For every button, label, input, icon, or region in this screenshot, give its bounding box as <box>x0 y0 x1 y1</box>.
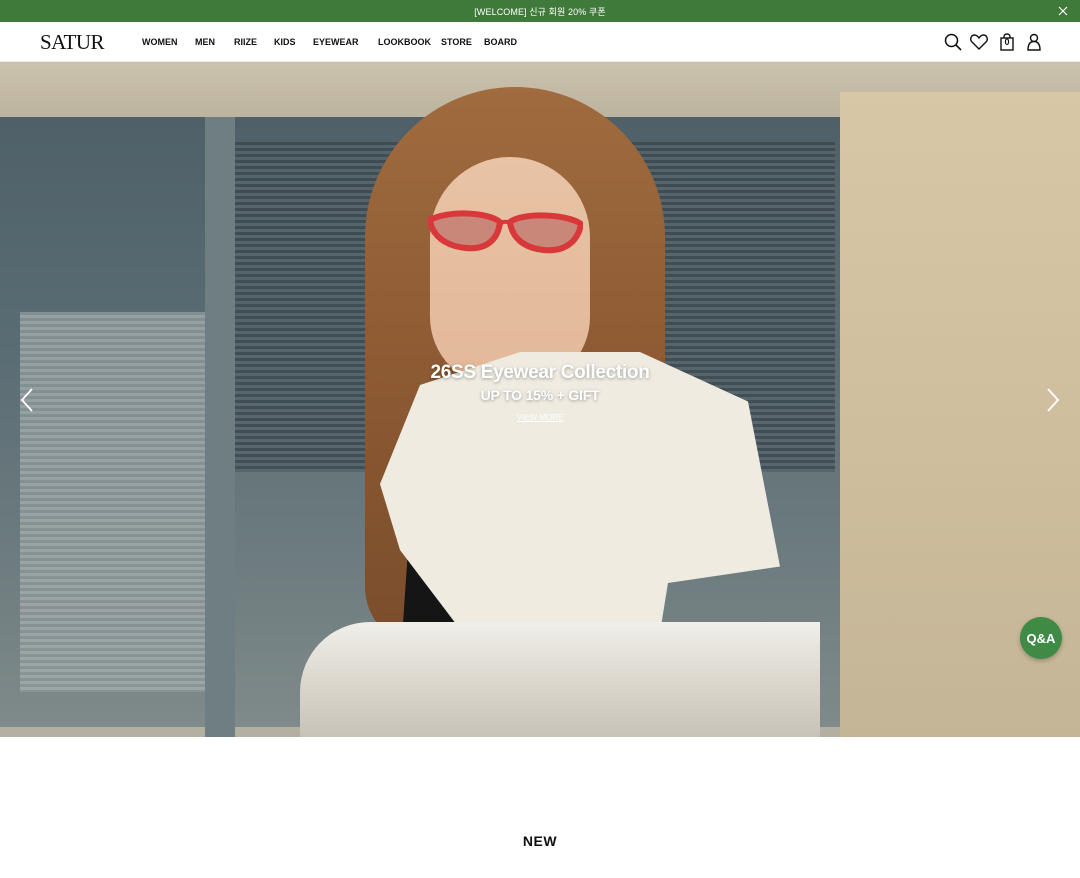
logo[interactable]: SATUR <box>40 31 105 53</box>
section-title-new: NEW <box>522 833 558 849</box>
announcement-text[interactable]: [WELCOME] 신규 회원 20% 쿠폰 <box>474 5 605 18</box>
heart-icon[interactable] <box>969 32 989 52</box>
chevron-right-icon[interactable] <box>1045 387 1061 413</box>
cart-count: 0 <box>1004 37 1010 47</box>
hero-car <box>300 622 820 737</box>
view-more-link[interactable]: VIEW MORE <box>0 413 1080 422</box>
chevron-left-icon[interactable] <box>19 387 35 413</box>
user-icon[interactable] <box>1024 32 1044 52</box>
site-header: SATUR WOMEN MEN RIIZE KIDS EYEWEAR LOOKB… <box>0 22 1080 62</box>
nav-item-men[interactable]: MEN <box>195 22 215 62</box>
nav-item-eyewear[interactable]: EYEWEAR <box>313 22 359 62</box>
qa-label: Q&A <box>1026 630 1056 646</box>
hero-banner[interactable]: 26SS Eyewear Collection UP TO 15% + GIFT… <box>0 62 1080 737</box>
close-icon[interactable] <box>1057 5 1069 17</box>
search-icon[interactable] <box>943 32 963 52</box>
nav-item-women[interactable]: WOMEN <box>142 22 178 62</box>
cart-icon[interactable]: 0 <box>997 32 1017 52</box>
nav-item-lookbook[interactable]: LOOKBOOK <box>378 22 431 62</box>
nav-item-board[interactable]: BOARD <box>484 22 517 62</box>
announcement-bar: [WELCOME] 신규 회원 20% 쿠폰 <box>0 0 1080 22</box>
nav-item-riize[interactable]: RIIZE <box>234 22 257 62</box>
nav-item-store[interactable]: STORE <box>441 22 472 62</box>
qa-button[interactable]: Q&A <box>1020 617 1062 659</box>
hero-window-frame <box>205 117 235 737</box>
nav-item-kids[interactable]: KIDS <box>274 22 296 62</box>
sunglasses-graphic <box>428 210 583 254</box>
hero-blinds-left <box>20 312 205 692</box>
